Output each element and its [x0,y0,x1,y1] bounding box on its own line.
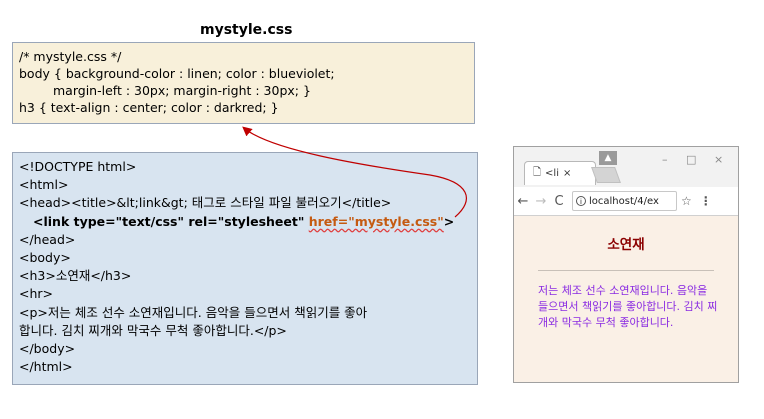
html-line: <html> [19,177,69,193]
browser-titlebar: 🗋 <li × ▲ – □ × [514,147,738,187]
profile-icon[interactable]: ▲ [599,151,617,165]
link-href: href="mystyle.css" [308,213,444,229]
maximize-icon[interactable]: □ [686,153,696,166]
css-code-box: /* mystyle.css */ body { background-colo… [12,42,475,124]
browser-tab[interactable]: 🗋 <li × [524,161,596,185]
rendered-page: 소연재 저는 체조 선수 소연재입니다. 음악을 들으면서 책읽기를 좋아합니다… [514,216,738,382]
css-line: body { background-color : linen; color :… [19,66,335,81]
html-line: 합니다. 김치 찌개와 막국수 무척 좋아합니다.</p> [19,322,287,338]
html-line: <body> [19,250,71,266]
divider [538,270,714,271]
html-line: <h3>소연재</h3> [19,268,132,284]
html-line: </body> [19,341,76,357]
css-line: h3 { text-align : center; color : darkre… [19,100,279,115]
css-file-title: mystyle.css [200,22,293,38]
tab-label: <li [545,168,559,179]
html-line: <!DOCTYPE html> [19,159,137,174]
link-tag-line: <link type="text/css" rel="stylesheet" h… [19,213,471,231]
address-bar[interactable]: i localhost/4/ex [572,191,677,211]
html-line: </head> [19,231,76,247]
forward-icon[interactable]: → [532,194,550,209]
html-line: <p>저는 체조 선수 소연재입니다. 음악을 들으면서 책읽기를 좋아 [19,304,368,320]
star-icon[interactable]: ☆ [681,194,692,208]
html-line: </html> [19,359,73,375]
page-heading: 소연재 [607,237,645,253]
link-tag-end: > [443,213,455,229]
html-line: <head><title>&lt;link&gt; 태그로 스타일 파일 불러오… [19,195,392,211]
reload-icon[interactable]: C [550,194,568,209]
css-line: /* mystyle.css */ [19,49,122,64]
css-line: margin-left : 30px; margin-right : 30px;… [53,83,311,98]
browser-toolbar: ← → C i localhost/4/ex ☆ ⋮ [514,187,738,216]
info-icon[interactable]: i [576,196,586,206]
new-tab-button[interactable] [591,167,621,183]
menu-icon[interactable]: ⋮ [700,194,712,208]
html-code-box: <!DOCTYPE html> <html> <head><title>&lt;… [12,152,478,385]
browser-window: 🗋 <li × ▲ – □ × ← → C i localhost/4/ex ☆… [513,146,739,383]
link-tag-start: <link type="text/css" rel="stylesheet" [33,213,309,229]
html-line: <hr> [19,286,54,302]
tab-close-icon[interactable]: × [563,168,571,179]
page-paragraph: 저는 체조 선수 소연재입니다. 음악을 들으면서 책읽기를 좋아합니다. 김치… [538,284,718,329]
back-icon[interactable]: ← [514,194,532,209]
minimize-icon[interactable]: – [662,153,668,166]
page-icon: 🗋 [533,167,542,178]
address-text: localhost/4/ex [589,195,659,207]
close-icon[interactable]: × [714,153,723,166]
